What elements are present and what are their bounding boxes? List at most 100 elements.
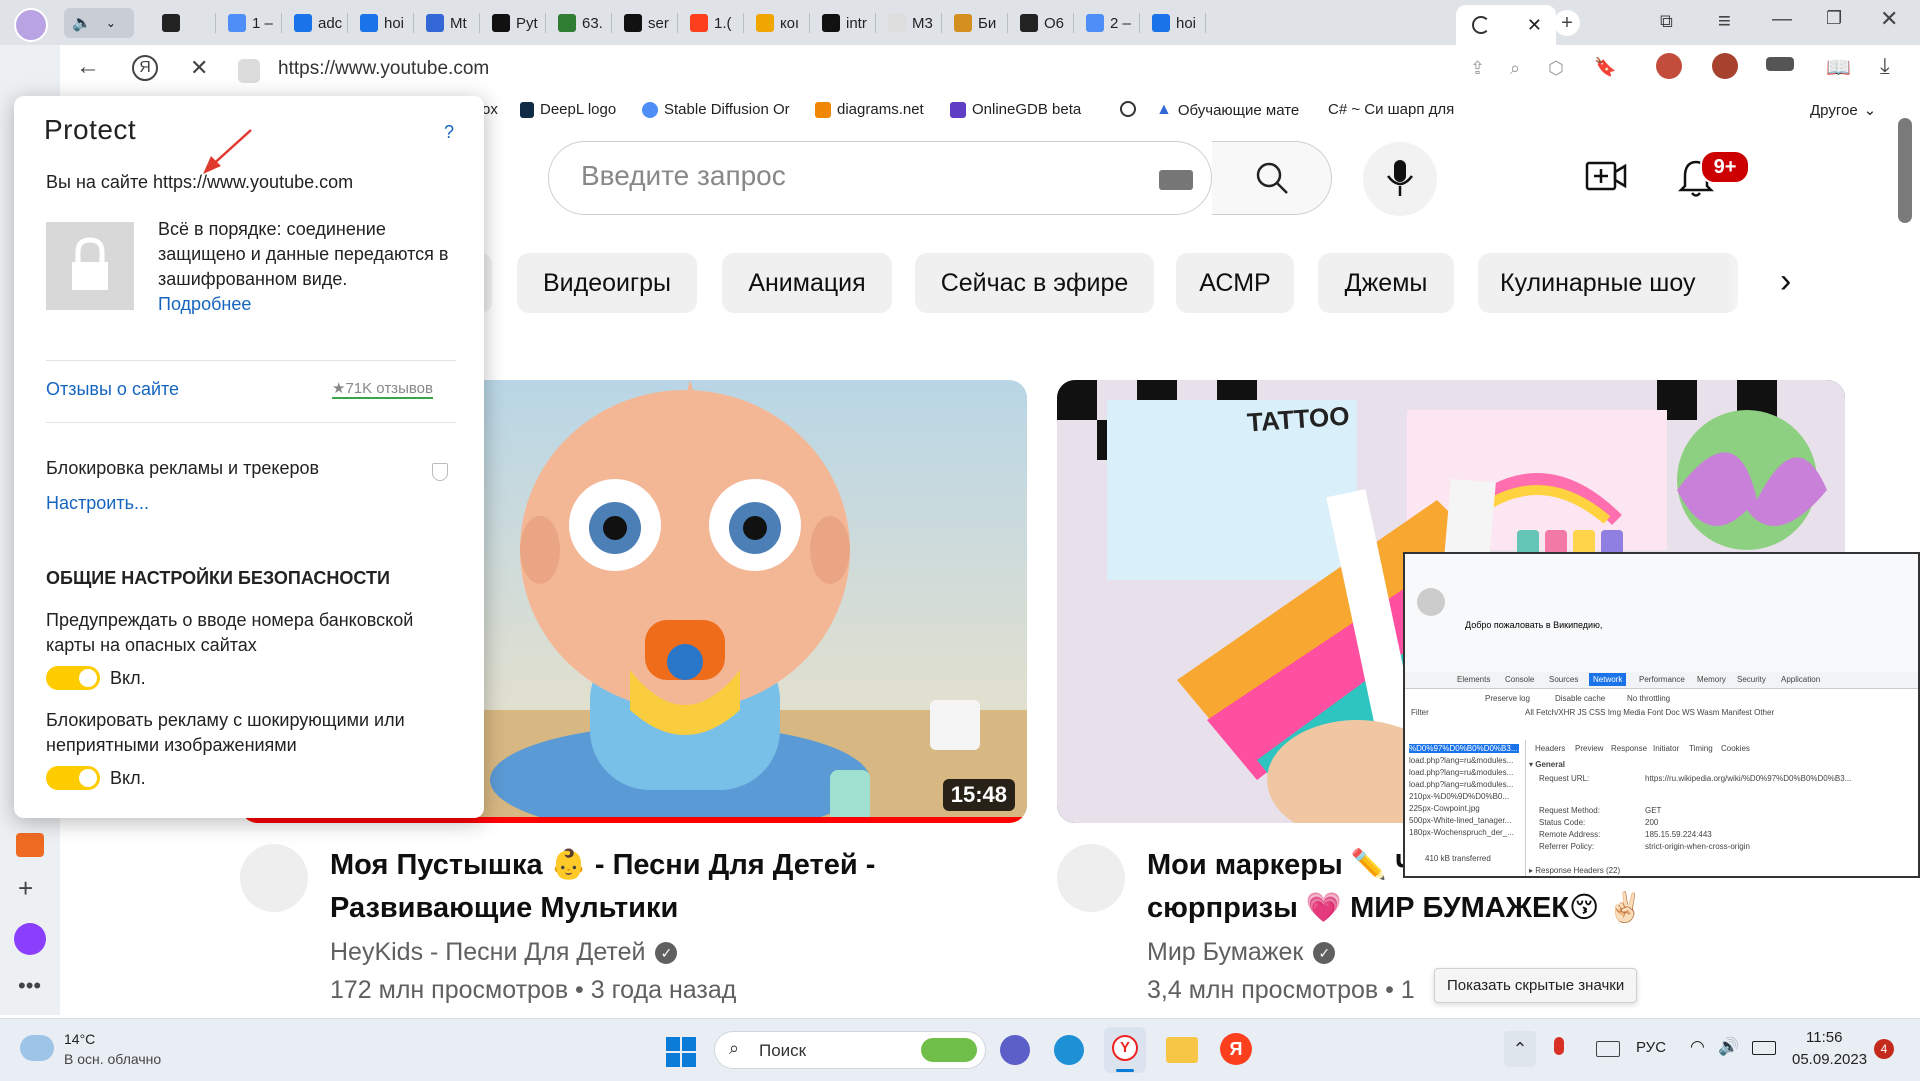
devtools-tab[interactable]: Console xyxy=(1505,675,1534,684)
reviews-link[interactable]: Отзывы о сайте xyxy=(46,377,179,402)
chip-cooking[interactable]: Кулинарные шоу xyxy=(1478,253,1738,313)
browser-tab[interactable]: intr xyxy=(810,5,876,41)
tabs-overview-icon[interactable]: ⧉ xyxy=(1660,11,1673,32)
page-scrollbar-thumb[interactable] xyxy=(1898,118,1912,223)
bookmark-icon[interactable]: 🔖 xyxy=(1594,57,1616,78)
request-row[interactable]: load.php?lang=ru&modules... xyxy=(1409,780,1513,789)
response-headers-section[interactable]: ▸ Response Headers (22) xyxy=(1529,866,1620,875)
request-row[interactable]: load.php?lang=ru&modules... xyxy=(1409,768,1513,777)
devtools-tab[interactable]: Sources xyxy=(1549,675,1578,684)
weather-temp[interactable]: 14°C xyxy=(64,1031,95,1047)
profile-avatar[interactable] xyxy=(14,8,48,42)
weather-desc[interactable]: В осн. облачно xyxy=(64,1051,161,1067)
devtools-tab-network[interactable]: Network xyxy=(1589,673,1627,686)
menu-icon[interactable]: ≡ xyxy=(1718,8,1731,34)
browser-tab[interactable]: hoi xyxy=(348,5,414,41)
search-input[interactable]: Введите запрос xyxy=(548,141,1212,215)
browser-tab[interactable]: hoi xyxy=(1140,5,1206,41)
yandex-browser-taskbar[interactable]: Y xyxy=(1104,1027,1146,1073)
bookmark-openai[interactable] xyxy=(1120,101,1136,117)
throttle-select[interactable]: No throttling xyxy=(1627,694,1670,703)
devtools-tab[interactable]: Elements xyxy=(1457,675,1490,684)
taskbar-search[interactable]: ⌕ Поиск xyxy=(714,1031,986,1069)
collections-icon[interactable]: 📖 xyxy=(1826,55,1851,80)
disable-cache-checkbox[interactable]: Disable cache xyxy=(1555,694,1605,703)
keyboard-icon[interactable] xyxy=(1159,170,1193,190)
help-button[interactable]: ? xyxy=(444,122,454,143)
request-row[interactable]: 180px-Wochenspruch_der_... xyxy=(1409,828,1514,837)
mail-icon[interactable] xyxy=(16,833,44,857)
url-field[interactable]: https://www.youtube.com xyxy=(278,58,489,80)
subtab-headers[interactable]: Headers xyxy=(1535,744,1565,753)
browser-tab[interactable]: кoı xyxy=(744,5,810,41)
devtools-tab[interactable]: Application xyxy=(1781,675,1820,684)
filter-input[interactable]: Filter xyxy=(1411,708,1429,717)
channel-name[interactable]: HeyKids - Песни Для Детей ✓ xyxy=(330,938,678,967)
microphone-icon[interactable] xyxy=(1554,1037,1564,1055)
channel-avatar[interactable] xyxy=(240,844,308,912)
bookmark-deepl[interactable]: DeepL logo xyxy=(520,101,616,118)
bookmark-stable-diffusion[interactable]: Stable Diffusion Or xyxy=(642,101,790,118)
browser-tab[interactable]: adc xyxy=(282,5,348,41)
browser-tab[interactable]: ser xyxy=(612,5,678,41)
extension-icon[interactable]: ⬡ xyxy=(1548,58,1564,79)
more-icon[interactable]: ••• xyxy=(18,973,41,999)
keyboard-icon[interactable] xyxy=(1596,1041,1620,1057)
browser-tab[interactable]: 2 – xyxy=(1074,5,1140,41)
clock-date[interactable]: 05.09.2023 xyxy=(1792,1051,1867,1068)
browser-tab[interactable]: 1 – xyxy=(216,5,282,41)
subtab-cookies[interactable]: Cookies xyxy=(1721,744,1750,753)
configure-link[interactable]: Настроить... xyxy=(46,491,149,516)
close-window-button[interactable]: ✕ xyxy=(1880,6,1898,32)
tab-audio[interactable]: 🔈 ⌄ xyxy=(64,8,134,38)
maximize-button[interactable]: ❐ xyxy=(1826,8,1842,29)
new-tab-button[interactable]: + xyxy=(1554,10,1580,36)
yandex-logo-icon[interactable]: Я xyxy=(132,55,158,81)
request-row[interactable]: 225px-Cowpoint.jpg xyxy=(1409,804,1480,813)
subtab-preview[interactable]: Preview xyxy=(1575,744,1603,753)
extension-hat-icon[interactable] xyxy=(1766,57,1794,71)
request-row-selected[interactable]: %D0%97%D0%B0%D0%B3... xyxy=(1409,744,1519,753)
devtools-tab[interactable]: Memory xyxy=(1697,675,1726,684)
yandex-icon[interactable]: Я xyxy=(1220,1033,1252,1065)
browser-tab[interactable] xyxy=(150,5,216,41)
share-icon[interactable]: ⇪ xyxy=(1470,58,1485,79)
clock-time[interactable]: 11:56 xyxy=(1806,1029,1842,1046)
video-title[interactable]: Моя Пустышка 👶 - Песни Для Детей - Разви… xyxy=(330,844,970,930)
browser-tab[interactable]: O6 xyxy=(1008,5,1074,41)
minimize-button[interactable]: — xyxy=(1772,8,1792,31)
devtools-tab[interactable]: Security xyxy=(1737,675,1766,684)
tab-youtube-active[interactable]: ✕ xyxy=(1456,5,1556,45)
search-button[interactable] xyxy=(1212,141,1332,215)
filter-types[interactable]: All Fetch/XHR JS CSS Img Media Font Doc … xyxy=(1525,708,1774,717)
chip-animation[interactable]: Анимация xyxy=(722,253,892,313)
chevron-right-icon[interactable]: › xyxy=(1780,262,1791,301)
subtab-timing[interactable]: Timing xyxy=(1689,744,1713,753)
edge-icon[interactable] xyxy=(1054,1035,1084,1065)
alice-icon[interactable] xyxy=(14,923,46,955)
shocking-ads-toggle[interactable] xyxy=(46,766,100,790)
zoom-icon[interactable]: ⌕ xyxy=(1510,58,1520,79)
stop-loading-button[interactable]: ✕ xyxy=(190,55,208,81)
extension-avatar-icon[interactable] xyxy=(1656,53,1682,79)
card-warning-toggle[interactable] xyxy=(46,666,100,690)
browser-tab[interactable]: 63. xyxy=(546,5,612,41)
browser-tab[interactable]: Pyt xyxy=(480,5,546,41)
chip-live[interactable]: Сейчас в эфире xyxy=(915,253,1154,313)
subtab-initiator[interactable]: Initiator xyxy=(1653,744,1679,753)
hidden-icons-button[interactable]: ⌃ xyxy=(1504,1031,1536,1067)
weather-icon[interactable] xyxy=(20,1035,54,1061)
browser-tab[interactable]: Mt xyxy=(414,5,480,41)
bookmark-learning[interactable]: ▲ Обучающие мате xyxy=(1156,101,1299,119)
back-button[interactable]: ← xyxy=(76,53,100,81)
language-indicator[interactable]: РУС xyxy=(1636,1039,1666,1056)
browser-tab[interactable]: M3 xyxy=(876,5,942,41)
create-video-button[interactable] xyxy=(1585,160,1627,197)
chip-jams[interactable]: Джемы xyxy=(1318,253,1454,313)
explorer-icon[interactable] xyxy=(1166,1037,1198,1063)
start-button[interactable] xyxy=(666,1037,696,1067)
devtools-tab[interactable]: Performance xyxy=(1639,675,1685,684)
lock-icon[interactable] xyxy=(238,59,260,83)
channel-avatar[interactable] xyxy=(1057,844,1125,912)
bookmark-csharp[interactable]: C# ~ Си шарп для xyxy=(1328,101,1454,118)
